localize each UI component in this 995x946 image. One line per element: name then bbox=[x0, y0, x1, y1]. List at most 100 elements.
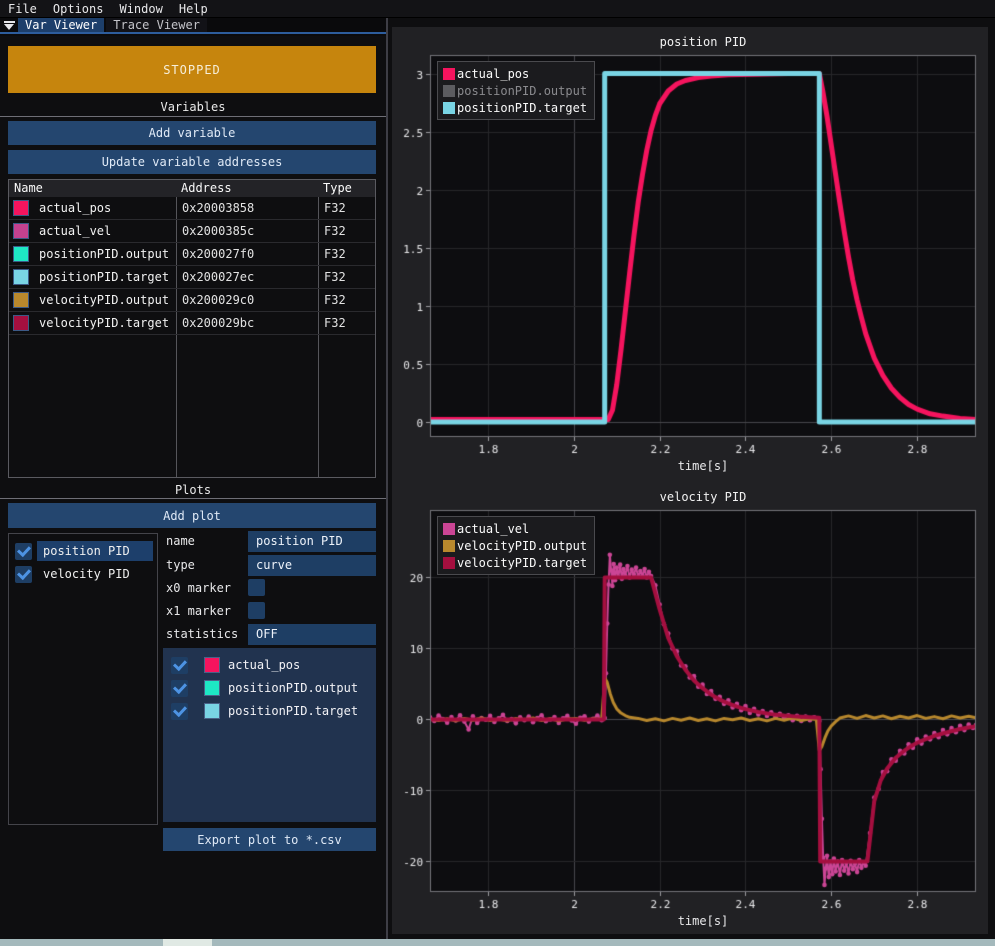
variable-color-swatch[interactable] bbox=[13, 200, 29, 216]
plot-list: position PID velocity PID bbox=[8, 533, 158, 825]
variable-address: 0x200029c0 bbox=[176, 293, 318, 307]
column-header-name: Name bbox=[9, 180, 176, 197]
dock-icon-triangle bbox=[4, 24, 14, 30]
dock-toggle-icon[interactable] bbox=[0, 18, 18, 32]
horizontal-scrollbar[interactable] bbox=[0, 939, 995, 946]
tab-bar: Var Viewer Trace Viewer bbox=[0, 18, 386, 34]
series-item[interactable]: actual_pos bbox=[171, 654, 371, 676]
variable-address: 0x200027ec bbox=[176, 270, 318, 284]
variable-name: actual_pos bbox=[29, 201, 111, 215]
variable-color-swatch[interactable] bbox=[13, 315, 29, 331]
variable-address: 0x200027f0 bbox=[176, 247, 318, 261]
legend-swatch bbox=[443, 523, 455, 535]
var-viewer-panel: STOPPED Variables Add variable Update va… bbox=[0, 36, 386, 939]
x0-marker-checkbox[interactable] bbox=[248, 579, 265, 596]
legend-item[interactable]: actual_vel bbox=[443, 520, 587, 537]
plot-list-item-position-pid[interactable]: position PID bbox=[15, 540, 153, 562]
series-visible-checkbox[interactable] bbox=[171, 680, 188, 697]
variable-row[interactable]: actual_pos 0x20003858 F32 bbox=[9, 197, 375, 220]
series-visible-checkbox[interactable] bbox=[171, 703, 188, 720]
add-variable-button[interactable]: Add variable bbox=[8, 121, 376, 145]
menu-item-options[interactable]: Options bbox=[45, 0, 112, 18]
legend-item[interactable]: positionPID.target bbox=[443, 99, 587, 116]
legend-label: actual_pos bbox=[457, 67, 529, 81]
statistics-field[interactable]: OFF bbox=[248, 624, 376, 645]
tab-trace-viewer[interactable]: Trace Viewer bbox=[106, 18, 207, 32]
plot-visible-checkbox[interactable] bbox=[15, 543, 32, 560]
update-variable-addresses-button[interactable]: Update variable addresses bbox=[8, 150, 376, 174]
type-field[interactable]: curve bbox=[248, 555, 376, 576]
legend-label: velocityPID.output bbox=[457, 539, 587, 553]
variable-color-swatch[interactable] bbox=[13, 269, 29, 285]
variable-type: F32 bbox=[318, 201, 375, 215]
series-color-swatch[interactable] bbox=[204, 657, 220, 673]
variable-type: F32 bbox=[318, 270, 375, 284]
menu-item-window[interactable]: Window bbox=[111, 0, 170, 18]
app-window: File Options Window Help Var Viewer Trac… bbox=[0, 0, 995, 946]
variable-color-swatch[interactable] bbox=[13, 292, 29, 308]
plot-list-item-label[interactable]: position PID bbox=[37, 541, 153, 561]
status-button[interactable]: STOPPED bbox=[8, 46, 376, 93]
variable-name: velocityPID.output bbox=[29, 293, 169, 307]
section-divider bbox=[0, 498, 386, 499]
section-divider bbox=[0, 116, 386, 117]
x1-marker-checkbox[interactable] bbox=[248, 602, 265, 619]
variable-row[interactable]: velocityPID.target 0x200029bc F32 bbox=[9, 312, 375, 335]
variable-address: 0x20003858 bbox=[176, 201, 318, 215]
variable-address: 0x200029bc bbox=[176, 316, 318, 330]
variable-address: 0x2000385c bbox=[176, 224, 318, 238]
variable-name: actual_vel bbox=[29, 224, 111, 238]
series-label: actual_pos bbox=[228, 658, 300, 672]
variable-color-swatch[interactable] bbox=[13, 223, 29, 239]
chart-title: velocity PID bbox=[430, 490, 976, 504]
chart-card-position-pid: position PID actual_pospositionPID.outpu… bbox=[392, 27, 988, 479]
series-item[interactable]: positionPID.output bbox=[171, 677, 371, 699]
legend-item[interactable]: positionPID.output bbox=[443, 82, 587, 99]
variable-row[interactable]: velocityPID.output 0x200029c0 F32 bbox=[9, 289, 375, 312]
type-field-label: type bbox=[166, 555, 195, 576]
variable-name: positionPID.target bbox=[29, 270, 169, 284]
legend-item[interactable]: velocityPID.output bbox=[443, 537, 587, 554]
statistics-label: statistics bbox=[166, 624, 238, 645]
tab-var-viewer[interactable]: Var Viewer bbox=[18, 18, 104, 32]
variable-type: F32 bbox=[318, 224, 375, 238]
plot-list-item-velocity-pid[interactable]: velocity PID bbox=[15, 563, 153, 585]
menu-item-help[interactable]: Help bbox=[171, 0, 216, 18]
variable-type: F32 bbox=[318, 293, 375, 307]
variable-row[interactable]: positionPID.output 0x200027f0 F32 bbox=[9, 243, 375, 266]
series-visible-checkbox[interactable] bbox=[171, 657, 188, 674]
series-label: positionPID.output bbox=[228, 681, 358, 695]
dock-icon-bar bbox=[4, 21, 15, 23]
add-plot-button[interactable]: Add plot bbox=[8, 503, 376, 528]
plot-visible-checkbox[interactable] bbox=[15, 566, 32, 583]
legend-swatch bbox=[443, 68, 455, 80]
chart-legend: actual_vel velocityPID.outputvelocityPID.… bbox=[437, 516, 595, 575]
legend-item[interactable]: velocityPID.target bbox=[443, 554, 587, 571]
variable-row[interactable]: actual_vel 0x2000385c F32 bbox=[9, 220, 375, 243]
x-axis-label: time[s] bbox=[430, 914, 976, 928]
legend-swatch bbox=[443, 557, 455, 569]
series-color-swatch[interactable] bbox=[204, 680, 220, 696]
chart-card-velocity-pid: velocity PID actual_vel velocityPID.outpu… bbox=[392, 482, 988, 934]
variable-color-swatch[interactable] bbox=[13, 246, 29, 262]
variable-name: velocityPID.target bbox=[29, 316, 169, 330]
chart-legend: actual_pospositionPID.output positionPID.… bbox=[437, 61, 595, 120]
legend-label: positionPID.target bbox=[457, 101, 587, 115]
series-label: positionPID.target bbox=[228, 704, 358, 718]
variable-row[interactable]: positionPID.target 0x200027ec F32 bbox=[9, 266, 375, 289]
export-csv-button[interactable]: Export plot to *.csv bbox=[163, 828, 376, 851]
legend-item[interactable]: actual_pos bbox=[443, 65, 587, 82]
column-header-type: Type bbox=[318, 180, 375, 197]
variable-type: F32 bbox=[318, 247, 375, 261]
menu-item-file[interactable]: File bbox=[0, 0, 45, 18]
variable-type: F32 bbox=[318, 316, 375, 330]
charts-panel: position PID actual_pospositionPID.outpu… bbox=[392, 27, 988, 934]
variables-table: Name Address Type actual_pos 0x20003858 … bbox=[8, 179, 376, 478]
table-header: Name Address Type bbox=[9, 180, 375, 197]
scrollbar-thumb[interactable] bbox=[163, 939, 212, 946]
series-color-swatch[interactable] bbox=[204, 703, 220, 719]
name-field[interactable]: position PID bbox=[248, 531, 376, 552]
series-item[interactable]: positionPID.target bbox=[171, 700, 371, 722]
plot-list-item-label[interactable]: velocity PID bbox=[37, 564, 153, 584]
chart-title: position PID bbox=[430, 35, 976, 49]
